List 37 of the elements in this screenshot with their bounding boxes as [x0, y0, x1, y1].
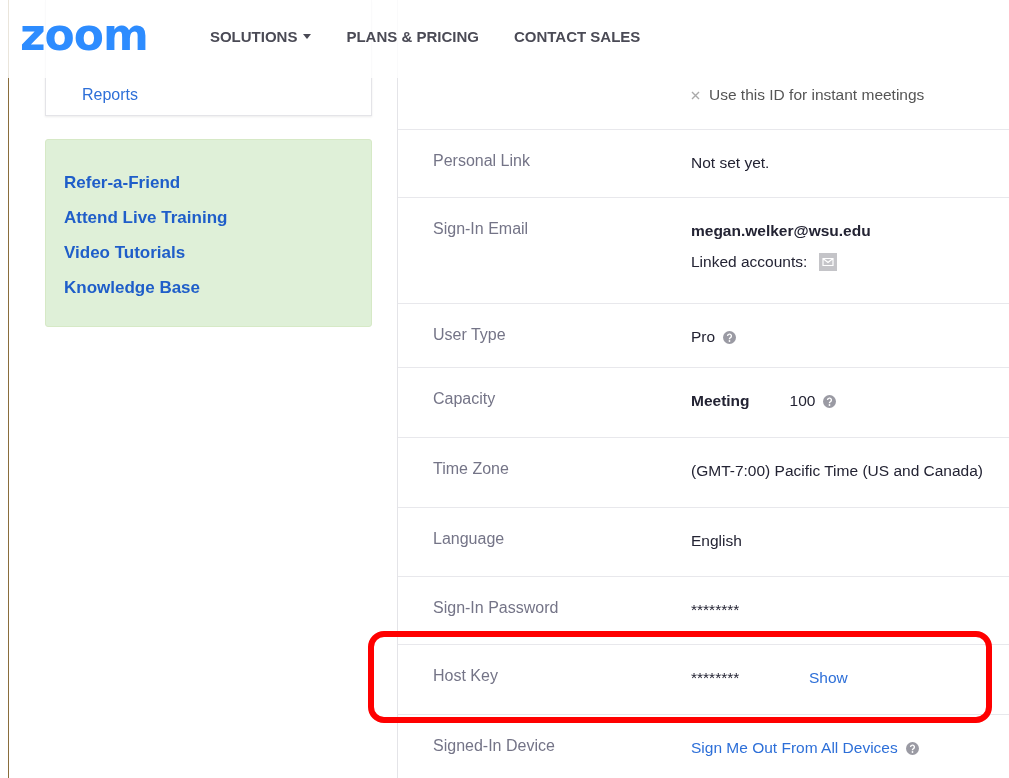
field-label: User Type: [432, 325, 507, 345]
field-label: Sign-In Password: [432, 598, 560, 618]
masked-value: ********: [691, 669, 741, 687]
field-label: Host Key: [432, 666, 499, 686]
sign-out-link[interactable]: Sign Me Out From All Devices: [691, 739, 898, 757]
field-label: Capacity: [432, 389, 497, 409]
mail-icon[interactable]: [819, 253, 838, 271]
nav-link[interactable]: PLANS & PRICING: [346, 27, 479, 45]
help-link[interactable]: Video Tutorials: [64, 243, 353, 263]
field-value: (GMT-7:00) Pacific Time (US and Canada): [691, 462, 984, 480]
capacity-name: Meeting: [691, 392, 750, 410]
help-link[interactable]: Refer-a-Friend: [64, 173, 353, 193]
field-value: Pro: [691, 328, 716, 346]
field-label: Sign-In Email: [432, 219, 530, 239]
logo[interactable]: zoom: [20, 8, 148, 60]
help-icon[interactable]: [823, 394, 837, 408]
field-value: English: [691, 532, 742, 550]
help-link[interactable]: Attend Live Training: [64, 208, 353, 228]
field-label: Signed-In Device: [432, 736, 556, 756]
field-label: Personal Link: [432, 151, 531, 171]
field-value: Not set yet.: [691, 154, 770, 172]
show-link[interactable]: Show: [809, 669, 848, 687]
sidebar-item[interactable]: Reports: [82, 85, 139, 105]
email-value: megan.welker@wsu.edu: [691, 222, 871, 240]
nav-link[interactable]: SOLUTIONS: [209, 27, 312, 45]
option-label: Use this ID for instant meetings: [709, 86, 925, 104]
capacity-value: 100: [789, 392, 816, 410]
caret-icon: [303, 33, 312, 39]
masked-value: ********: [691, 601, 741, 619]
help-icon[interactable]: [723, 330, 737, 344]
nav-link[interactable]: CONTACT SALES: [513, 27, 641, 45]
help-icon[interactable]: [905, 741, 919, 755]
linked-label: Linked accounts:: [691, 253, 808, 271]
field-label: Language: [432, 529, 506, 549]
field-label: Time Zone: [432, 459, 510, 479]
help-link[interactable]: Knowledge Base: [64, 278, 353, 298]
cross-icon[interactable]: [691, 90, 700, 100]
